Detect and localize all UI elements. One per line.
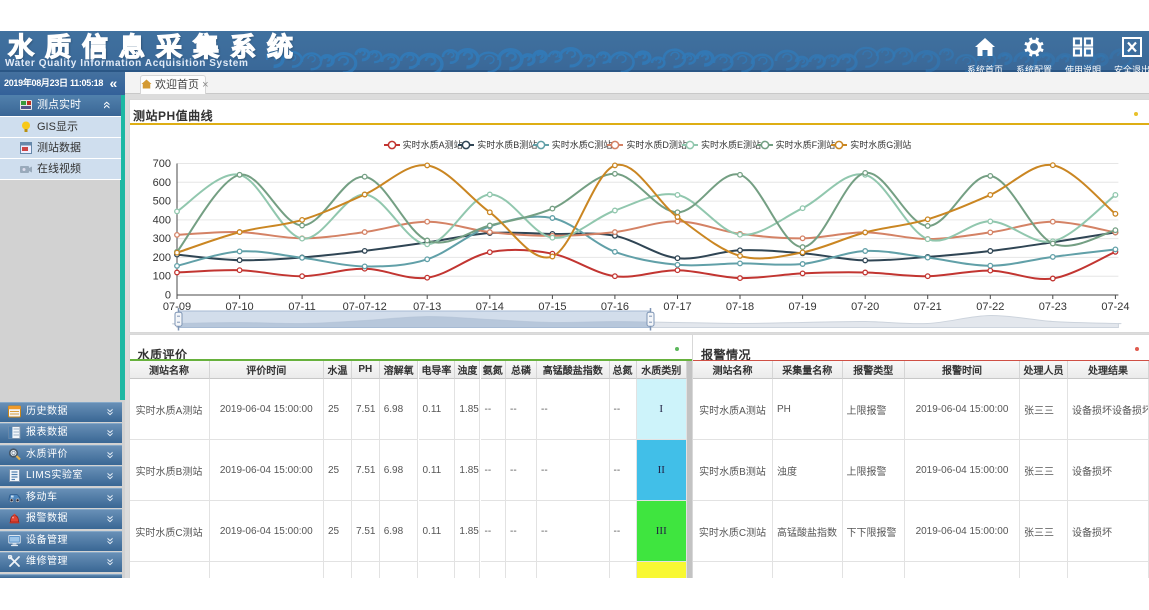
svg-text:700: 700 — [152, 158, 170, 170]
svg-text:100: 100 — [152, 270, 170, 282]
svg-text:500: 500 — [152, 195, 170, 207]
svg-text:300: 300 — [152, 233, 170, 245]
svg-text:600: 600 — [152, 176, 170, 188]
svg-text:07-22: 07-22 — [976, 301, 1004, 313]
svg-text:07-21: 07-21 — [913, 301, 941, 313]
svg-text:Q: Q — [11, 451, 16, 457]
svg-text:07-17: 07-17 — [663, 301, 691, 313]
svg-text:200: 200 — [152, 251, 170, 263]
svg-text:07-19: 07-19 — [788, 301, 816, 313]
svg-text:07-20: 07-20 — [851, 301, 879, 313]
svg-text:07-23: 07-23 — [1038, 301, 1066, 313]
svg-text:400: 400 — [152, 214, 170, 226]
svg-text:0: 0 — [164, 289, 170, 301]
svg-text:07-18: 07-18 — [725, 301, 753, 313]
svg-text:07-24: 07-24 — [1101, 301, 1129, 313]
